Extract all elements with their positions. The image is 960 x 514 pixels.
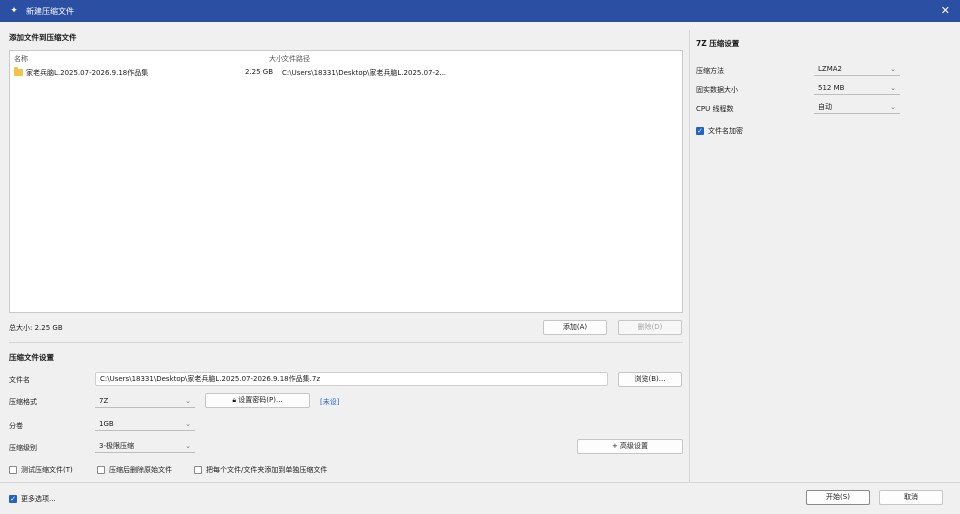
test-archive-label: 测试压缩文件(T) [21, 466, 73, 474]
window-title: 新建压缩文件 [26, 6, 74, 16]
column-header-path[interactable]: 文件路径 [282, 54, 310, 64]
list-item[interactable]: 家老兵脑L.2025.07-2026.9.18作品集 2.25 GB C:\Us… [10, 67, 682, 80]
format-label: 压缩格式 [9, 398, 37, 406]
method-select[interactable]: LZMA2 ⌄ [814, 62, 900, 76]
level-select[interactable]: 3-极限压缩 ⌄ [95, 439, 195, 453]
file-name: 家老兵脑L.2025.07-2026.9.18作品集 [26, 69, 149, 77]
delete-after-label: 压缩后删除原始文件 [109, 466, 172, 474]
volume-select[interactable]: 1GB ⌄ [95, 417, 195, 431]
chevron-down-icon: ⌄ [185, 397, 191, 405]
format-select[interactable]: 7Z ⌄ [95, 394, 195, 408]
divider [9, 342, 683, 343]
add-files-title: 添加文件到压缩文件 [9, 33, 77, 42]
encrypt-names-label: 文件名加密 [708, 127, 743, 135]
chevron-down-icon: ⌄ [185, 442, 191, 450]
dict-value: 512 MB [818, 84, 845, 92]
advanced-settings-button[interactable]: + 高级设置 [577, 439, 683, 454]
show-more-checkbox[interactable]: ✓ [9, 495, 17, 503]
show-more-label: 更多选项... [21, 495, 56, 503]
level-value: 3-极限压缩 [99, 442, 134, 450]
total-size: 总大小: 2.25 GB [9, 324, 63, 332]
delete-button[interactable]: 删除(D) [618, 320, 682, 335]
chevron-down-icon: ⌄ [890, 103, 896, 111]
dict-select[interactable]: 512 MB ⌄ [814, 81, 900, 95]
file-path: C:\Users\18331\Desktop\家老兵脑L.2025.07-2..… [282, 69, 447, 77]
file-size: 2.25 GB [245, 68, 274, 76]
column-header-size[interactable]: 大小 [269, 54, 283, 64]
filename-label: 文件名 [9, 376, 30, 384]
set-password-label: 设置密码(P)... [238, 396, 283, 404]
volume-value: 1GB [99, 420, 114, 428]
cancel-button[interactable]: 取消 [879, 490, 943, 505]
app-icon: ✦ [10, 6, 18, 16]
method-label: 压缩方法 [696, 67, 724, 75]
password-status: [未设] [320, 398, 340, 406]
test-archive-checkbox[interactable] [9, 466, 17, 474]
threads-label: CPU 线程数 [696, 105, 734, 113]
file-list[interactable]: 名称 大小 文件路径 家老兵脑L.2025.07-2026.9.18作品集 2.… [9, 50, 683, 313]
filename-input[interactable]: C:\Users\18331\Desktop\家老兵脑L.2025.07-202… [95, 372, 608, 386]
set-password-button[interactable]: 🔒︎ 设置密码(P)... [205, 393, 310, 408]
folder-icon [14, 67, 23, 76]
separate-archives-label: 把每个文件/文件夹添加到单独压缩文件 [206, 466, 328, 474]
archive-settings-title: 压缩文件设置 [9, 353, 54, 362]
footer-divider [0, 482, 960, 483]
chevron-down-icon: ⌄ [185, 420, 191, 428]
start-button[interactable]: 开始(S) [806, 490, 870, 505]
title-bar: ✦ 新建压缩文件 ✕ [0, 0, 960, 22]
threads-select[interactable]: 自动 ⌄ [814, 100, 900, 114]
chevron-down-icon: ⌄ [890, 65, 896, 73]
volume-label: 分卷 [9, 422, 23, 430]
browse-button[interactable]: 浏览(B)... [618, 372, 682, 387]
close-icon[interactable]: ✕ [941, 4, 950, 18]
add-button[interactable]: 添加(A) [543, 320, 607, 335]
encrypt-names-checkbox[interactable]: ✓ [696, 127, 704, 135]
sevenz-settings-title: 7Z 压缩设置 [696, 39, 740, 48]
column-header-name[interactable]: 名称 [14, 54, 28, 64]
threads-value: 自动 [818, 103, 832, 111]
delete-after-checkbox[interactable] [97, 466, 105, 474]
format-value: 7Z [99, 397, 109, 405]
separate-archives-checkbox[interactable] [194, 466, 202, 474]
method-value: LZMA2 [818, 65, 842, 73]
dict-label: 固实数据大小 [696, 86, 738, 94]
level-label: 压缩级别 [9, 444, 37, 452]
chevron-down-icon: ⌄ [890, 84, 896, 92]
panel-divider [689, 30, 690, 482]
